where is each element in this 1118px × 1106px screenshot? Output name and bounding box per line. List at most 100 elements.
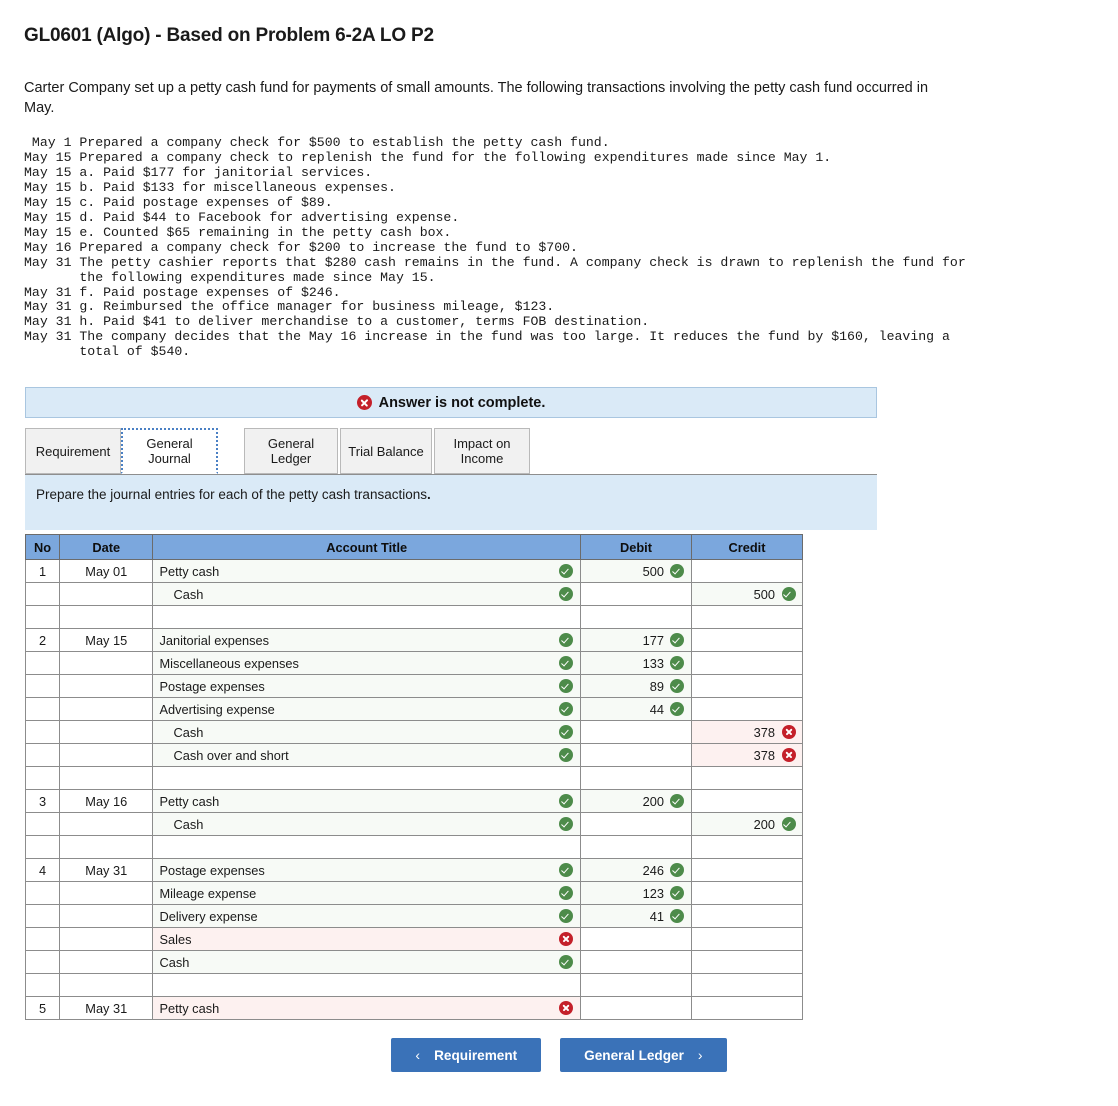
journal-empty-cell[interactable] <box>690 766 804 790</box>
journal-cell-date[interactable] <box>59 950 154 974</box>
journal-cell-date[interactable] <box>59 927 154 951</box>
journal-cell-account-title[interactable]: Postage expenses <box>152 858 581 882</box>
tab-requirement[interactable]: Requirement <box>25 428 121 474</box>
journal-cell-date[interactable]: May 31 <box>59 858 154 882</box>
journal-empty-cell[interactable] <box>152 835 581 859</box>
journal-cell-account-title[interactable]: Cash over and short <box>152 743 581 767</box>
journal-cell-account-title[interactable]: Cash <box>152 582 581 606</box>
journal-cell-credit[interactable] <box>690 651 804 675</box>
journal-cell-date[interactable]: May 01 <box>59 559 154 583</box>
journal-empty-cell[interactable] <box>152 766 581 790</box>
journal-empty-cell[interactable] <box>24 973 61 997</box>
journal-cell-date[interactable] <box>59 881 154 905</box>
journal-cell-account-title[interactable]: Janitorial expenses <box>152 628 581 652</box>
journal-empty-cell[interactable] <box>152 605 581 629</box>
journal-cell-debit[interactable]: 44 <box>579 697 692 721</box>
journal-cell-account-title[interactable]: Mileage expense <box>152 881 581 905</box>
journal-empty-cell[interactable] <box>59 766 154 790</box>
journal-cell-credit[interactable] <box>690 674 804 698</box>
journal-empty-cell[interactable] <box>59 973 154 997</box>
journal-cell-credit[interactable] <box>690 628 804 652</box>
journal-cell-date[interactable]: May 15 <box>59 628 154 652</box>
journal-cell-date[interactable] <box>59 743 154 767</box>
journal-cell-account-title[interactable]: Miscellaneous expenses <box>152 651 581 675</box>
debit-amount-text: 177 <box>642 632 664 648</box>
journal-cell-credit[interactable] <box>690 697 804 721</box>
tab-trial-balance[interactable]: Trial Balance <box>340 428 432 474</box>
journal-cell-account-title[interactable]: Petty cash <box>152 789 581 813</box>
journal-empty-cell[interactable] <box>24 605 61 629</box>
journal-empty-cell[interactable] <box>579 835 692 859</box>
check-circle-icon <box>559 886 574 900</box>
table-row: Miscellaneous expenses 133 <box>24 651 804 675</box>
journal-cell-no <box>24 743 61 767</box>
journal-cell-no <box>24 904 61 928</box>
journal-cell-date[interactable] <box>59 904 154 928</box>
tab-impact-on-income[interactable]: Impact on Income <box>434 428 530 474</box>
journal-cell-account-title[interactable]: Cash <box>152 812 581 836</box>
journal-cell-debit[interactable]: 41 <box>579 904 692 928</box>
tab-general-ledger[interactable]: General Ledger <box>244 428 338 474</box>
journal-cell-credit[interactable]: 500 <box>690 582 804 606</box>
journal-cell-debit[interactable]: 89 <box>579 674 692 698</box>
journal-cell-date[interactable] <box>59 674 154 698</box>
journal-cell-credit[interactable] <box>690 927 804 951</box>
journal-cell-credit[interactable] <box>690 858 804 882</box>
journal-empty-cell[interactable] <box>579 973 692 997</box>
journal-cell-date[interactable]: May 16 <box>59 789 154 813</box>
journal-cell-debit[interactable]: 246 <box>579 858 692 882</box>
journal-cell-date[interactable] <box>59 582 154 606</box>
journal-cell-date[interactable] <box>59 812 154 836</box>
journal-cell-date[interactable]: May 31 <box>59 996 154 1020</box>
journal-empty-cell[interactable] <box>690 605 804 629</box>
journal-cell-date[interactable] <box>59 651 154 675</box>
journal-cell-account-title[interactable]: Advertising expense <box>152 697 581 721</box>
journal-cell-date[interactable] <box>59 697 154 721</box>
journal-cell-debit[interactable]: 177 <box>579 628 692 652</box>
journal-cell-debit[interactable] <box>579 996 692 1020</box>
journal-cell-credit[interactable] <box>690 996 804 1020</box>
journal-entry-worksheet-page: GL0601 (Algo) - Based on Problem 6-2A LO… <box>0 0 1118 1106</box>
journal-empty-cell[interactable] <box>24 766 61 790</box>
journal-cell-account-title[interactable]: Cash <box>152 950 581 974</box>
journal-cell-account-title[interactable]: Sales <box>152 927 581 951</box>
journal-cell-date[interactable] <box>59 720 154 744</box>
journal-cell-account-title[interactable]: Petty cash <box>152 559 581 583</box>
journal-empty-cell[interactable] <box>579 605 692 629</box>
journal-cell-account-title[interactable]: Delivery expense <box>152 904 581 928</box>
journal-cell-debit[interactable]: 123 <box>579 881 692 905</box>
journal-cell-debit[interactable]: 133 <box>579 651 692 675</box>
journal-empty-cell[interactable] <box>690 973 804 997</box>
journal-empty-cell[interactable] <box>24 835 61 859</box>
journal-cell-credit[interactable]: 200 <box>690 812 804 836</box>
journal-empty-cell[interactable] <box>59 605 154 629</box>
previous-requirement-button[interactable]: ‹ Requirement <box>391 1038 542 1072</box>
validation-mark-slot <box>559 587 574 601</box>
journal-cell-debit[interactable] <box>579 950 692 974</box>
journal-cell-credit[interactable]: 378 <box>690 720 804 744</box>
journal-cell-account-title[interactable]: Petty cash <box>152 996 581 1020</box>
journal-empty-cell[interactable] <box>690 835 804 859</box>
journal-cell-debit[interactable] <box>579 720 692 744</box>
journal-cell-account-title[interactable]: Cash <box>152 720 581 744</box>
journal-cell-credit[interactable] <box>690 950 804 974</box>
journal-cell-no <box>24 881 61 905</box>
journal-cell-debit[interactable] <box>579 812 692 836</box>
journal-cell-debit[interactable] <box>579 582 692 606</box>
journal-table-head: No Date Account Title Debit Credit <box>24 534 804 560</box>
journal-cell-account-title[interactable]: Postage expenses <box>152 674 581 698</box>
journal-cell-credit[interactable] <box>690 881 804 905</box>
journal-cell-debit[interactable]: 500 <box>579 559 692 583</box>
tab-general-journal[interactable]: General Journal <box>121 428 218 474</box>
journal-empty-cell[interactable] <box>152 973 581 997</box>
journal-cell-debit[interactable] <box>579 743 692 767</box>
journal-cell-credit[interactable] <box>690 789 804 813</box>
journal-empty-cell[interactable] <box>579 766 692 790</box>
journal-cell-credit[interactable] <box>690 904 804 928</box>
journal-cell-credit[interactable]: 378 <box>690 743 804 767</box>
next-general-ledger-button[interactable]: General Ledger › <box>560 1038 727 1072</box>
journal-empty-cell[interactable] <box>59 835 154 859</box>
journal-cell-debit[interactable]: 200 <box>579 789 692 813</box>
journal-cell-credit[interactable] <box>690 559 804 583</box>
journal-cell-debit[interactable] <box>579 927 692 951</box>
